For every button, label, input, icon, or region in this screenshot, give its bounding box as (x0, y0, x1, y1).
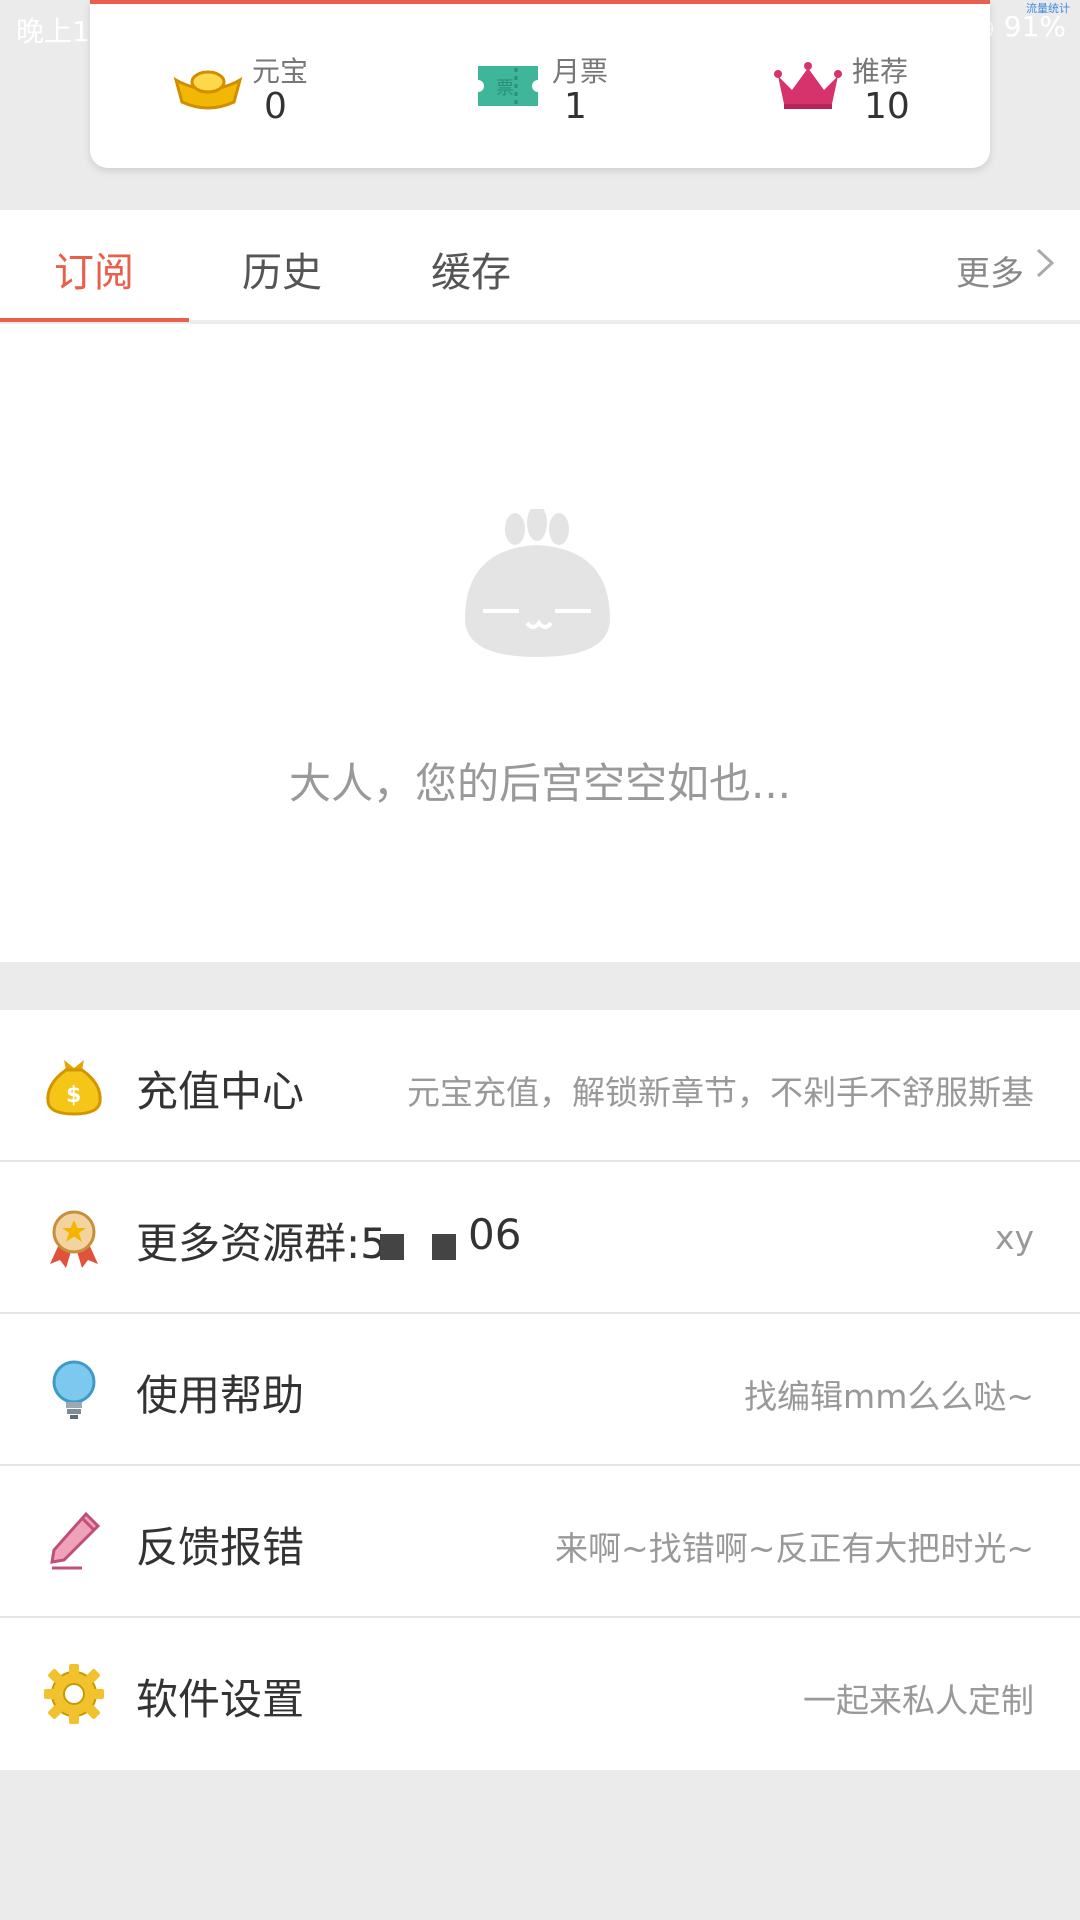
asset-recommend[interactable]: 推荐 10 (772, 50, 972, 130)
asset-value: 10 (864, 86, 910, 127)
money-bag-icon: $ (46, 1060, 102, 1116)
menu-subtitle: 一起来私人定制 (803, 1681, 1034, 1720)
menu-title: 更多资源群:5 (136, 1219, 387, 1268)
menu-item-help[interactable]: 使用帮助 找编辑mm么么哒~ (0, 1314, 1080, 1466)
asset-yuanbao[interactable]: 元宝 0 (172, 50, 372, 130)
tab-cache[interactable]: 缓存 (431, 240, 511, 298)
active-tab-indicator (0, 318, 189, 322)
gear-icon (44, 1664, 104, 1724)
ticket-icon: 票 (478, 66, 538, 106)
empty-message: 大人，您的后宫空空如也... (288, 759, 792, 808)
menu-item-recharge[interactable]: $ 充值中心 元宝充值，解锁新章节，不剁手不舒服斯基 (0, 1010, 1080, 1162)
asset-monthly-ticket[interactable]: 票 月票 1 (472, 50, 672, 130)
menu-title: 反馈报错 (136, 1523, 305, 1572)
tab-subscribe[interactable]: 订阅 (54, 240, 134, 298)
bun-mascot-icon (465, 509, 610, 657)
pencil-icon (50, 1511, 101, 1570)
asset-label: 元宝 (252, 55, 309, 88)
asset-label: 推荐 (852, 55, 909, 88)
gold-ingot-icon (173, 70, 243, 110)
menu-item-feedback[interactable]: 反馈报错 来啊~找错啊~反正有大把时光~ (0, 1466, 1080, 1618)
menu-title: 使用帮助 (136, 1371, 305, 1420)
redaction-block (380, 1234, 404, 1260)
menu-subtitle: xy (994, 1218, 1034, 1257)
asset-label: 月票 (552, 55, 609, 88)
asset-value: 0 (264, 86, 287, 127)
tab-history[interactable]: 历史 (242, 240, 322, 298)
menu-title: 充值中心 (136, 1067, 305, 1116)
status-time: 晚上1( (16, 15, 101, 48)
menu-item-settings[interactable]: 软件设置 一起来私人定制 (0, 1618, 1080, 1770)
svg-text:$: $ (66, 1083, 81, 1108)
menu-item-resource-group[interactable]: 更多资源群:5 06 xy (0, 1162, 1080, 1314)
lightbulb-icon (52, 1360, 96, 1419)
menu-subtitle: 找编辑mm么么哒~ (744, 1377, 1034, 1416)
chevron-right-icon[interactable] (1034, 246, 1056, 280)
crown-icon (774, 62, 842, 109)
menu-subtitle: 来啊~找错啊~反正有大把时光~ (555, 1529, 1034, 1568)
menu-title: 软件设置 (136, 1675, 305, 1724)
menu-subtitle: 元宝充值，解锁新章节，不剁手不舒服斯基 (407, 1073, 1034, 1112)
menu-list: $ 充值中心 元宝充值，解锁新章节，不剁手不舒服斯基 更多资源群:5 06 xy… (0, 1010, 1080, 1770)
tab-bar: 订阅 历史 缓存 更多 (0, 210, 1080, 322)
assets-card: 元宝 0 票 月票 1 推荐 10 (90, 0, 990, 168)
award-ribbon-icon (50, 1210, 98, 1268)
redaction-block (432, 1234, 456, 1260)
svg-text:票: 票 (496, 78, 514, 99)
empty-state: 大人，您的后宫空空如也... (0, 324, 1080, 962)
asset-value: 1 (564, 86, 587, 127)
menu-title-tail: 06 (468, 1210, 522, 1259)
more-link[interactable]: 更多 (956, 246, 1024, 295)
